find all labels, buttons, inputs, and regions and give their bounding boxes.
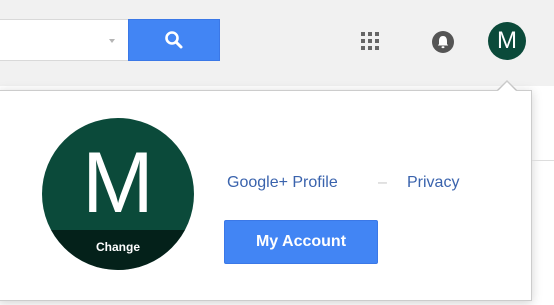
bell-icon[interactable] (431, 30, 455, 54)
google-plus-profile-link[interactable]: Google+ Profile (227, 174, 338, 192)
avatar-initial: M (82, 135, 154, 231)
caret-down-icon[interactable] (109, 39, 115, 43)
dropdown-pointer-fill (497, 82, 517, 92)
search-button[interactable] (128, 19, 220, 61)
apps-grid-icon[interactable] (359, 30, 381, 52)
change-photo-label[interactable]: Change (42, 230, 194, 270)
my-account-button[interactable]: My Account (224, 220, 378, 264)
search-icon (165, 31, 183, 49)
account-avatar-button[interactable]: M (488, 22, 526, 60)
privacy-link[interactable]: Privacy (407, 174, 459, 192)
background-divider (532, 160, 554, 161)
profile-photo[interactable]: M Change (42, 118, 194, 270)
link-separator: – (378, 174, 387, 191)
top-bar: M (0, 0, 554, 86)
